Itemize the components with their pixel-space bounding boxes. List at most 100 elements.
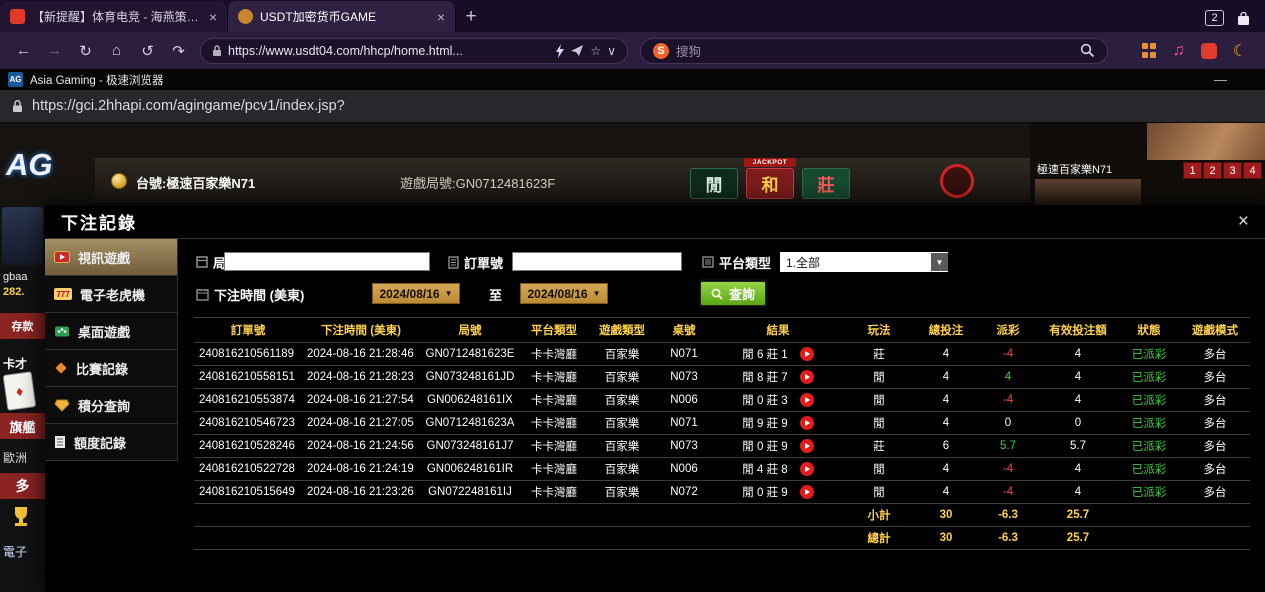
col-play: 玩法 (844, 318, 914, 343)
platform-select[interactable]: 1.全部 ▼ (780, 252, 948, 272)
multi-table-button[interactable]: 多 (0, 473, 45, 499)
replay-play-icon[interactable] (800, 439, 814, 453)
promo-wheel-icon[interactable] (940, 164, 974, 198)
bet-cell-valid_bet: 0 (1038, 412, 1118, 435)
redo-icon[interactable]: ↷ (165, 38, 192, 64)
table-tab-1[interactable]: 1 (1183, 162, 1202, 179)
table-number-label: 台號:極速百家樂N71 (136, 173, 255, 192)
lock-icon (212, 44, 222, 57)
replay-play-icon[interactable] (800, 485, 814, 499)
replay-play-icon[interactable] (800, 462, 814, 476)
order-input[interactable] (512, 252, 682, 271)
refresh-icon[interactable]: ↻ (72, 38, 99, 64)
menu-label: 額度記錄 (74, 433, 126, 452)
menu-item-table-games[interactable]: 桌面遊戲 (45, 313, 178, 350)
result-text: 閒 0 莊 9 (742, 487, 787, 499)
share-icon[interactable] (571, 45, 584, 57)
side-table-title: 極速百家樂N71 (1037, 161, 1112, 177)
grand-total-row: 總計30-6.325.7 (194, 527, 1250, 550)
bet-banker-button[interactable]: 莊 (802, 168, 850, 199)
hall-cards-label[interactable]: 卡才 (3, 355, 27, 372)
bet-cell-valid_bet: 4 (1038, 481, 1118, 504)
select-dropdown-icon[interactable]: ▼ (931, 253, 948, 271)
search-icon[interactable] (1080, 43, 1095, 58)
bet-cell-platform: 卡卡灣廳 (520, 458, 588, 481)
apps-grid-icon[interactable] (1142, 43, 1157, 58)
platform-select-value: 1.全部 (786, 254, 820, 271)
menu-item-points[interactable]: 積分查詢 (45, 387, 178, 424)
europe-hall-label[interactable]: 歐洲 (3, 449, 27, 466)
date-from-picker[interactable]: 2024/08/16 ▼ (372, 283, 460, 304)
grand-total-cell-table_no (656, 527, 712, 550)
date-range-to-label: 至 (489, 285, 502, 304)
red-app-icon[interactable] (1201, 43, 1217, 59)
bet-cell-play: 莊 (844, 343, 914, 366)
minimize-button[interactable]: — (1214, 72, 1227, 87)
bet-cell-valid_bet: 4 (1038, 343, 1118, 366)
gift-bag-icon[interactable] (1236, 11, 1251, 26)
address-dropdown-icon[interactable]: ∨ (607, 44, 616, 58)
trophy-icon[interactable] (9, 505, 33, 529)
tab-close-icon[interactable]: × (437, 9, 445, 25)
table-tab-2[interactable]: 2 (1203, 162, 1222, 179)
date-to-picker[interactable]: 2024/08/16 ▼ (520, 283, 608, 304)
replay-play-icon[interactable] (800, 416, 814, 430)
tab-favicon (10, 9, 25, 24)
date-from-value: 2024/08/16 (380, 287, 440, 301)
bet-cell-mode: 多台 (1180, 481, 1250, 504)
bet-row: 2408162105227282024-08-16 21:24:19GN0062… (194, 458, 1250, 481)
ag-logo-large: AG (6, 147, 53, 183)
egame-label[interactable]: 電子 (3, 543, 27, 560)
browser-tab-usdt-game[interactable]: USDT加密货币GAME × (228, 1, 456, 32)
query-button[interactable]: 查詢 (700, 281, 766, 306)
home-icon[interactable]: ⌂ (103, 38, 130, 64)
back-icon[interactable]: ← (10, 38, 37, 64)
grand-total-cell-platform (520, 527, 588, 550)
bet-cell-table_no: N073 (656, 366, 712, 389)
table-tab-3[interactable]: 3 (1223, 162, 1242, 179)
bet-cell-payout: 0 (978, 412, 1038, 435)
replay-play-icon[interactable] (800, 370, 814, 384)
address-bar[interactable]: https://www.usdt04.com/hhcp/home.html...… (200, 38, 628, 64)
col-result: 結果 (712, 318, 844, 343)
bet-cell-platform: 卡卡灣廳 (520, 412, 588, 435)
col-platform: 平台類型 (520, 318, 588, 343)
result-text: 閒 0 莊 3 (742, 395, 787, 407)
table-tab-4[interactable]: 4 (1243, 162, 1262, 179)
menu-item-match-records[interactable]: 比賽記錄 (45, 350, 178, 387)
bet-cell-round: GN0712481623A (420, 412, 520, 435)
lightning-icon[interactable] (555, 44, 565, 58)
tab-count-badge[interactable]: 2 (1205, 10, 1224, 26)
history-icon[interactable]: ↺ (134, 38, 161, 64)
night-mode-icon[interactable]: ☾ (1233, 41, 1247, 61)
round-input[interactable] (224, 252, 430, 271)
bookmark-star-icon[interactable]: ☆ (590, 44, 601, 58)
bet-cell-round: GN072248161IJ (420, 481, 520, 504)
bet-cell-platform: 卡卡灣廳 (520, 366, 588, 389)
tab-close-icon[interactable]: × (209, 9, 217, 25)
music-icon[interactable]: ♫ (1173, 42, 1185, 60)
modal-close-icon[interactable]: × (1238, 211, 1249, 233)
menu-item-credit-records[interactable]: 額度記錄 (45, 424, 178, 461)
bet-cell-time: 2024-08-16 21:24:56 (302, 435, 420, 458)
bet-tie-button[interactable]: 和 (746, 168, 794, 199)
search-box[interactable]: S 搜狗 (640, 38, 1108, 64)
menu-item-slots[interactable]: 777 電子老虎機 (45, 276, 178, 313)
replay-play-icon[interactable] (800, 393, 814, 407)
subtotal-cell-mode (1180, 504, 1250, 527)
replay-play-icon[interactable] (800, 347, 814, 361)
calendar-icon (196, 288, 209, 301)
grand-total-cell-game_type (588, 527, 656, 550)
video-game-icon (54, 251, 70, 264)
flagship-hall-button[interactable]: 旗艦 (0, 413, 45, 439)
browser-tab-sports[interactable]: 【新提醒】体育电竞 - 海燕策略... × (0, 1, 228, 32)
forward-icon[interactable]: → (41, 38, 68, 64)
col-mode: 遊戲模式 (1180, 318, 1250, 343)
bet-cell-result: 閒 9 莊 9 (712, 412, 844, 435)
new-tab-button[interactable]: + (456, 2, 486, 32)
app-address-bar[interactable]: https://gci.2hhapi.com/agingame/pcv1/ind… (0, 90, 1265, 123)
menu-item-video-games[interactable]: 視訊遊戲 (45, 239, 178, 276)
bet-cell-order: 240816210546723 (194, 412, 302, 435)
bet-player-button[interactable]: 閒 (690, 168, 738, 199)
deposit-button[interactable]: 存款 (0, 313, 45, 339)
